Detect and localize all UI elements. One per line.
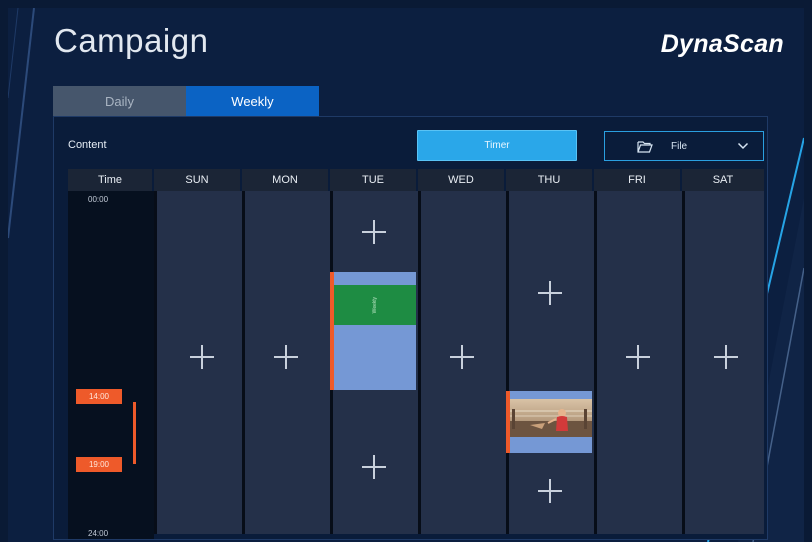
timer-button[interactable]: Timer (417, 130, 577, 161)
file-dropdown[interactable]: File (604, 131, 764, 161)
folder-open-icon (637, 139, 655, 153)
tab-daily[interactable]: Daily (53, 86, 186, 116)
header-wed: WED (418, 169, 506, 191)
video-thumbnail[interactable] (510, 399, 592, 437)
header-sat: SAT (682, 169, 764, 191)
day-column-sat (682, 191, 764, 534)
scheduled-block-thu[interactable] (506, 391, 592, 453)
time-badge-range-end: 19:00 (76, 457, 122, 472)
day-column-wed (418, 191, 506, 534)
content-label: Content (68, 139, 107, 151)
brand-logo: DynaScan (660, 30, 784, 58)
file-dropdown-label: File (671, 140, 688, 152)
header-mon: MON (242, 169, 330, 191)
app-window: Campaign DynaScan Daily Weekly Content T… (8, 8, 804, 542)
add-content-wed[interactable] (450, 345, 474, 369)
content-item-tue[interactable]: Weekly (334, 285, 416, 325)
schedule-panel: Content Timer File Time SUN MON TUE WED … (53, 116, 768, 540)
header-tue: TUE (330, 169, 418, 191)
view-tabs: Daily Weekly (53, 86, 319, 116)
header-time: Time (68, 169, 154, 191)
add-content-thu-lower[interactable] (538, 479, 562, 503)
page-title: Campaign (54, 22, 209, 59)
add-content-tue-upper[interactable] (362, 220, 386, 244)
weekly-schedule-grid: Time SUN MON TUE WED THU FRI SAT 00:00 1… (68, 169, 764, 539)
time-label-end: 24:00 (88, 529, 109, 538)
day-column-sun (154, 191, 242, 534)
schedule-header: Time SUN MON TUE WED THU FRI SAT (68, 169, 764, 191)
time-badge-range-start: 14:00 (76, 389, 122, 404)
header-fri: FRI (594, 169, 682, 191)
tab-weekly[interactable]: Weekly (186, 86, 319, 116)
chevron-down-icon (737, 142, 749, 150)
add-content-tue-lower[interactable] (362, 455, 386, 479)
add-content-sun[interactable] (190, 345, 214, 369)
header-sun: SUN (154, 169, 242, 191)
add-content-sat[interactable] (714, 345, 738, 369)
add-content-thu-upper[interactable] (538, 281, 562, 305)
day-column-fri (594, 191, 682, 534)
day-column-mon (242, 191, 330, 534)
day-column-tue: Weekly (330, 191, 418, 534)
day-column-thu (506, 191, 594, 534)
header-thu: THU (506, 169, 594, 191)
time-axis: 00:00 14:00 19:00 24:00 (68, 191, 154, 539)
time-label-start: 00:00 (88, 195, 109, 204)
scheduled-block-tue[interactable]: Weekly (330, 272, 416, 390)
add-content-mon[interactable] (274, 345, 298, 369)
time-range-indicator (133, 402, 136, 464)
add-content-fri[interactable] (626, 345, 650, 369)
content-item-tue-label: Weekly (372, 296, 378, 314)
